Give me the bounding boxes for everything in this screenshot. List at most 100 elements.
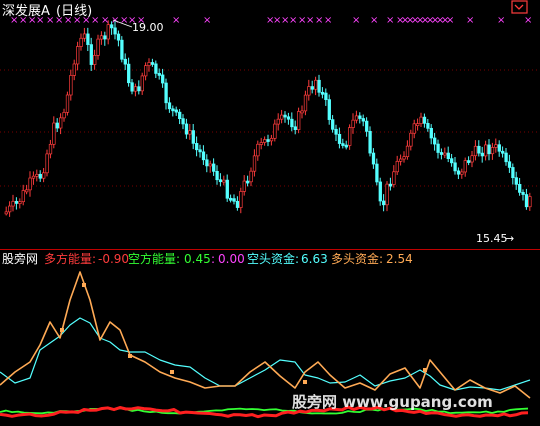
candle bbox=[280, 109, 284, 124]
candle bbox=[477, 140, 481, 157]
long-fund-dot bbox=[128, 354, 132, 358]
candle bbox=[150, 58, 155, 67]
candle-body bbox=[290, 118, 294, 128]
candle-body bbox=[433, 137, 437, 145]
candle bbox=[72, 59, 76, 81]
candle-body bbox=[382, 200, 386, 206]
candle bbox=[511, 163, 515, 185]
candle-body bbox=[276, 118, 280, 125]
signal-marker: × bbox=[203, 15, 211, 26]
candle bbox=[524, 188, 529, 210]
signal-marker: × bbox=[466, 15, 474, 26]
candle-body bbox=[504, 152, 508, 163]
candle bbox=[402, 151, 406, 163]
signal-marker: × bbox=[352, 15, 360, 26]
short-fund-value: 6.63 bbox=[301, 252, 328, 266]
candle bbox=[242, 175, 246, 196]
candle-body bbox=[422, 116, 427, 124]
candle bbox=[8, 201, 12, 217]
candle bbox=[218, 173, 223, 187]
candle bbox=[225, 174, 229, 202]
candle bbox=[249, 167, 253, 187]
candle bbox=[416, 118, 420, 131]
candle-body bbox=[303, 94, 308, 112]
candle bbox=[324, 88, 328, 106]
candle bbox=[382, 194, 386, 212]
candle bbox=[174, 106, 178, 116]
candle bbox=[480, 146, 484, 163]
candle-body bbox=[161, 74, 165, 84]
candle bbox=[130, 79, 134, 95]
candle-body bbox=[127, 63, 131, 84]
candle-body bbox=[439, 152, 444, 155]
indicator-header: 股旁网 多方能量: -0.90 空方能量: 0.45 : 0.00 空头资金: … bbox=[2, 251, 413, 266]
candle bbox=[120, 36, 124, 63]
candle-body bbox=[334, 128, 338, 135]
candle-body bbox=[113, 27, 117, 35]
candle-body bbox=[293, 126, 297, 130]
candle bbox=[286, 112, 291, 125]
candle-body bbox=[120, 39, 124, 60]
signal-marker: × bbox=[306, 15, 314, 26]
candle bbox=[127, 57, 131, 87]
candle-body bbox=[55, 122, 59, 129]
candle bbox=[31, 171, 36, 185]
candle-body bbox=[208, 163, 212, 167]
long-energy-value: -0.90 bbox=[98, 252, 129, 266]
candle-body bbox=[269, 137, 274, 142]
candle bbox=[137, 80, 141, 95]
candle-body bbox=[215, 170, 219, 181]
expand-icon[interactable] bbox=[511, 0, 528, 14]
candle-body bbox=[470, 155, 474, 163]
candle-body bbox=[28, 177, 32, 191]
candle bbox=[55, 118, 59, 132]
candle-body bbox=[354, 115, 359, 121]
candle bbox=[388, 177, 393, 191]
candle bbox=[222, 175, 226, 186]
candle bbox=[385, 181, 389, 212]
candle-body bbox=[273, 123, 277, 139]
long-fund-dot bbox=[170, 370, 174, 374]
candle bbox=[501, 146, 505, 158]
candle bbox=[232, 194, 236, 205]
candle-body bbox=[317, 79, 321, 93]
candle bbox=[443, 147, 447, 158]
candle bbox=[456, 167, 461, 180]
candle-body bbox=[184, 123, 189, 135]
candle-body bbox=[256, 143, 260, 157]
candle-body bbox=[314, 79, 318, 90]
candle-body bbox=[79, 37, 83, 47]
candle-body bbox=[480, 152, 484, 157]
candle-body bbox=[300, 110, 304, 114]
candle bbox=[310, 80, 314, 94]
candle-body bbox=[460, 171, 464, 175]
candle-body bbox=[514, 177, 518, 185]
candle bbox=[246, 175, 250, 187]
candle-body bbox=[174, 109, 178, 113]
candle bbox=[161, 68, 165, 88]
candle-body bbox=[69, 75, 73, 96]
candle-body bbox=[157, 73, 161, 76]
candle bbox=[178, 109, 182, 125]
candle bbox=[453, 157, 457, 175]
period-label: (日线) bbox=[56, 4, 92, 19]
candle-body bbox=[259, 142, 263, 145]
candle-body bbox=[375, 163, 379, 183]
candle bbox=[378, 177, 382, 206]
candle bbox=[171, 105, 175, 117]
candle bbox=[229, 194, 233, 203]
candle bbox=[460, 168, 464, 179]
candle-body bbox=[130, 82, 134, 92]
candle bbox=[93, 49, 97, 70]
candle bbox=[446, 146, 450, 163]
candle bbox=[276, 113, 280, 131]
candle bbox=[123, 53, 127, 70]
candle bbox=[65, 91, 70, 116]
candle bbox=[96, 34, 100, 60]
stock-chart: × × × × × × × × × × × × × × × × × ×× × × × × × × × × × ××××××××××× ×… bbox=[0, 0, 540, 419]
candle-body bbox=[341, 143, 345, 146]
candle-body bbox=[140, 75, 144, 92]
candle bbox=[450, 153, 454, 167]
candle-body bbox=[324, 92, 328, 100]
candle bbox=[290, 112, 294, 132]
